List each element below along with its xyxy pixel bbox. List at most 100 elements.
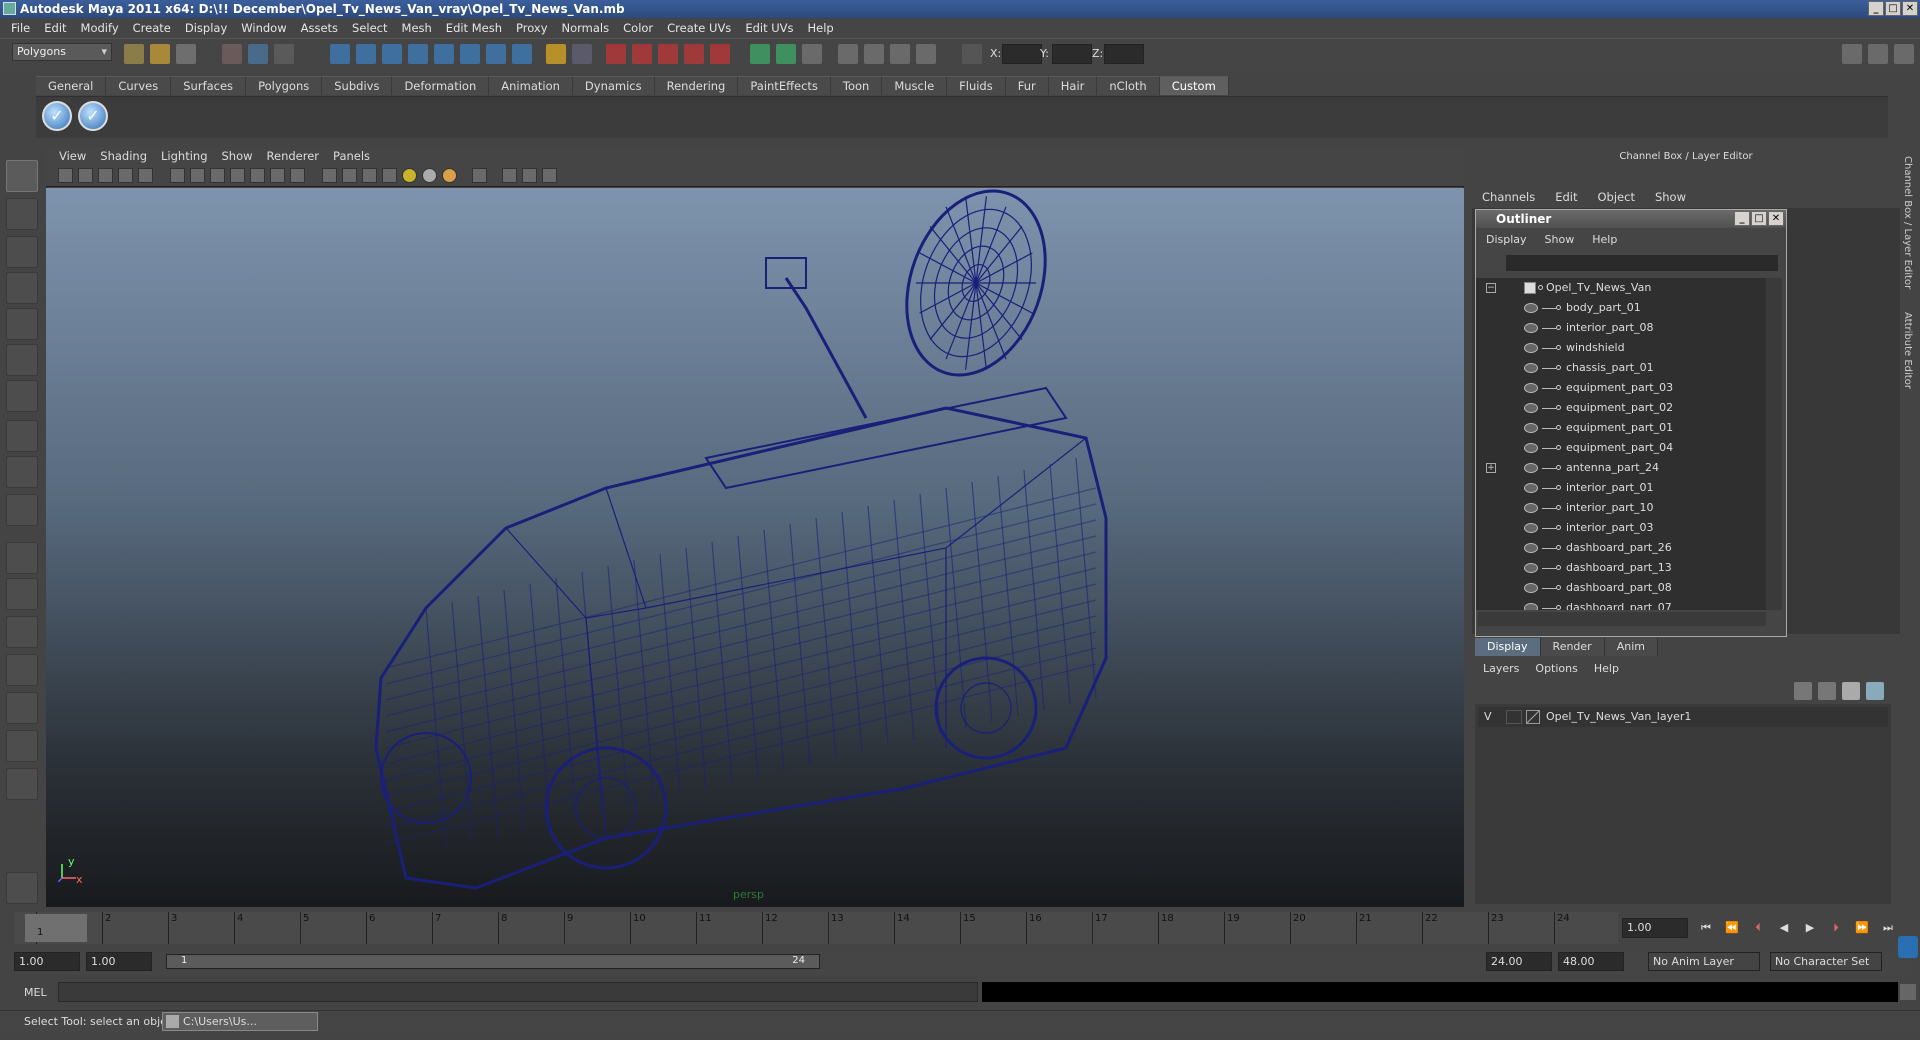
all-lights-icon[interactable] [422,168,437,183]
shelf-tab-deformation[interactable]: Deformation [392,76,490,95]
sculpt-tool-icon[interactable] [6,872,38,904]
custom-layout-icon[interactable] [6,768,38,800]
outliner-item[interactable]: dashboard_part_13 [1476,558,1766,578]
range-slider[interactable]: 1 24 [166,954,820,969]
render-settings-icon[interactable] [658,44,678,64]
smooth-shading-icon[interactable] [342,168,357,183]
hypergraph-icon[interactable] [916,44,936,64]
viewport-menu-show[interactable]: Show [215,149,260,163]
save-scene-icon[interactable] [176,44,196,64]
default-lighting-icon[interactable] [402,168,417,183]
step-back-frame-icon[interactable]: ⏴ [1750,920,1766,936]
menu-help[interactable]: Help [801,21,841,35]
outliner-item[interactable]: equipment_part_02 [1476,398,1766,418]
layer-row[interactable]: V Opel_Tv_News_Van_layer1 [1478,707,1888,727]
outliner-toggle-icon[interactable] [864,44,884,64]
script-editor-icon[interactable] [1900,984,1916,1000]
shelf-tab-subdivs[interactable]: Subdivs [322,76,393,95]
layer-visibility-toggle[interactable]: V [1484,707,1492,727]
transform-mode-icon[interactable] [962,44,982,64]
layer-move-up-icon[interactable] [1794,682,1812,700]
character-set-dropdown[interactable]: No Character Set [1770,952,1882,971]
paint-select-tool-icon[interactable] [6,236,38,268]
playback-start-field[interactable]: 1.00 [86,952,152,971]
layer-tab-render[interactable]: Render [1540,638,1605,656]
snap-point-icon[interactable] [382,44,402,64]
time-slider[interactable] [14,912,1618,944]
layer-move-down-icon[interactable] [1818,682,1836,700]
minimize-icon[interactable]: _ [1868,1,1884,16]
outliner-root-item[interactable]: − Opel_Tv_News_Van [1476,278,1766,298]
menu-color[interactable]: Color [616,21,660,35]
outliner-vertical-scrollbar[interactable] [1766,278,1782,610]
shelf-tab-polygons[interactable]: Polygons [246,76,323,95]
menu-edit[interactable]: Edit [37,21,73,35]
shelf-tab-custom[interactable]: Custom [1159,76,1229,95]
toggle-channel-box-icon[interactable] [1868,44,1888,64]
go-to-start-icon[interactable]: ⏮ [1698,920,1714,936]
attribute-editor-toggle-icon[interactable] [776,44,796,64]
field-chart-icon[interactable] [250,168,265,183]
move-tool-icon[interactable] [6,272,38,304]
input-ops-icon[interactable] [460,44,480,64]
menu-create-uvs[interactable]: Create UVs [660,21,738,35]
xray-icon[interactable] [502,168,517,183]
show-manipulator-icon[interactable] [6,456,38,488]
viewport-menu-shading[interactable]: Shading [93,149,154,163]
xray-joints-icon[interactable] [522,168,537,183]
outliner-item[interactable]: windshield [1476,338,1766,358]
menu-modify[interactable]: Modify [74,21,126,35]
menu-edit-uvs[interactable]: Edit UVs [738,21,800,35]
y-field[interactable] [1052,44,1092,64]
outliner-maximize-icon[interactable]: □ [1751,211,1767,226]
current-time-indicator[interactable]: 1 [25,914,87,942]
expand-icon[interactable]: + [1486,463,1496,473]
outliner-item[interactable]: equipment_part_03 [1476,378,1766,398]
step-forward-key-icon[interactable]: ⏩ [1854,920,1870,936]
select-object-icon[interactable] [248,44,268,64]
single-perspective-layout-icon[interactable] [6,542,38,574]
x-field[interactable] [1002,44,1042,64]
toggle-attribute-editor-icon[interactable] [1842,44,1862,64]
viewport-menu-panels[interactable]: Panels [326,149,377,163]
viewport-menu-lighting[interactable]: Lighting [154,149,214,163]
shelf-tab-painteffects[interactable]: PaintEffects [738,76,831,95]
outliner-persp-layout-icon[interactable] [6,616,38,648]
new-scene-icon[interactable] [124,44,144,64]
rotate-tool-icon[interactable] [6,308,38,340]
viewport-menu-view[interactable]: View [52,149,93,163]
gate-mask-icon[interactable] [230,168,245,183]
menu-set-dropdown[interactable]: Polygons [12,43,112,61]
image-plane-icon[interactable] [118,168,133,183]
channel-menu-show[interactable]: Show [1655,190,1706,204]
tool-settings-icon[interactable] [802,44,822,64]
snap-curve-icon[interactable] [356,44,376,64]
menu-window[interactable]: Window [234,21,293,35]
layer-tab-anim[interactable]: Anim [1604,638,1658,656]
shelf-tab-rendering[interactable]: Rendering [654,76,739,95]
persp-graph-hypershade-layout-icon[interactable] [6,730,38,762]
soft-modification-icon[interactable] [6,420,38,452]
bookmarks-icon[interactable] [98,168,113,183]
isolate-select-icon[interactable] [472,168,487,183]
play-backwards-icon[interactable]: ◀ [1776,920,1792,936]
outliner-item[interactable]: interior_part_01 [1476,478,1766,498]
layer-menu-layers[interactable]: Layers [1483,662,1535,675]
shelf-tab-dynamics[interactable]: Dynamics [572,76,655,95]
safe-action-icon[interactable] [270,168,285,183]
menu-assets[interactable]: Assets [294,21,345,35]
channel-menu-object[interactable]: Object [1598,190,1655,204]
close-icon[interactable]: ✕ [1902,1,1918,16]
menu-create[interactable]: Create [126,21,178,35]
layer-menu-help[interactable]: Help [1594,662,1635,675]
taskbar-window-button[interactable]: C:\Users\Us... [162,1012,318,1031]
camera-select-icon[interactable] [58,168,73,183]
grease-pencil-icon[interactable] [138,168,153,183]
resolution-gate-icon[interactable] [210,168,225,183]
film-gate-icon[interactable] [190,168,205,183]
wireframe-shading-icon[interactable] [322,168,337,183]
shelf-tab-hair[interactable]: Hair [1048,76,1098,95]
viewport-canvas[interactable] [46,188,1464,907]
shelf-tab-curves[interactable]: Curves [106,76,172,95]
outliner-item[interactable]: chassis_part_01 [1476,358,1766,378]
